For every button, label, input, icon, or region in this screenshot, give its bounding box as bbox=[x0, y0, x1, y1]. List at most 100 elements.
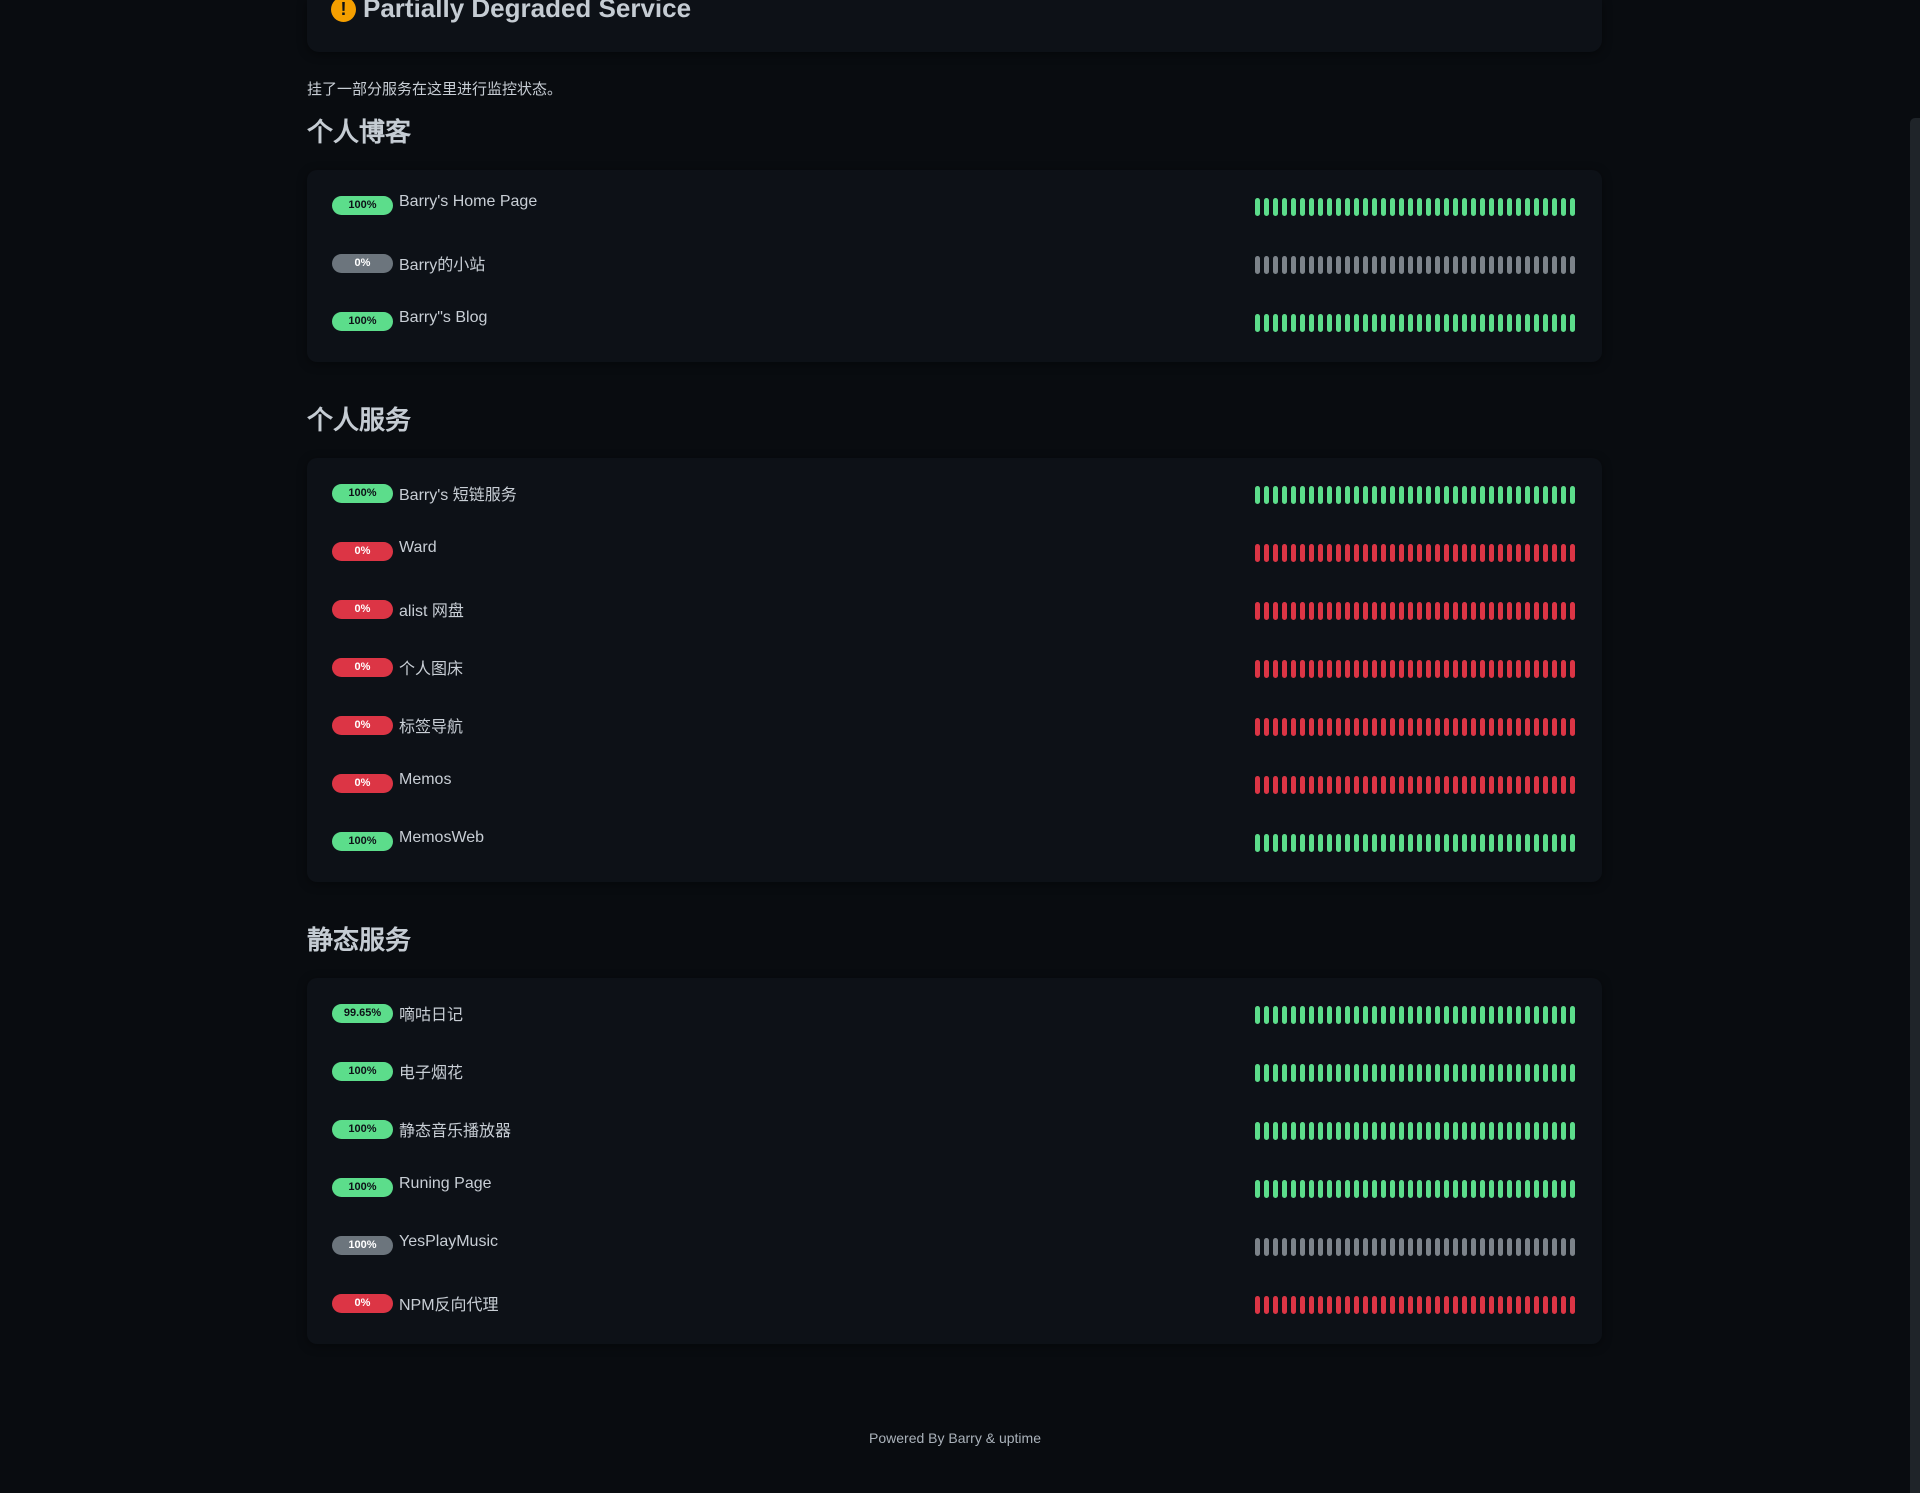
heartbeat-beat[interactable] bbox=[1471, 314, 1476, 332]
heartbeat-beat[interactable] bbox=[1300, 1238, 1305, 1256]
heartbeat-beat[interactable] bbox=[1399, 256, 1404, 274]
heartbeat-beat[interactable] bbox=[1426, 486, 1431, 504]
heartbeat-beat[interactable] bbox=[1507, 1238, 1512, 1256]
heartbeat-beat[interactable] bbox=[1516, 486, 1521, 504]
heartbeat-beat[interactable] bbox=[1552, 602, 1557, 620]
heartbeat-beat[interactable] bbox=[1525, 834, 1530, 852]
heartbeat-beat[interactable] bbox=[1507, 1006, 1512, 1024]
heartbeat-beat[interactable] bbox=[1390, 314, 1395, 332]
heartbeat-beat[interactable] bbox=[1444, 198, 1449, 216]
heartbeat-beat[interactable] bbox=[1336, 544, 1341, 562]
heartbeat-beat[interactable] bbox=[1255, 1238, 1260, 1256]
heartbeat-beat[interactable] bbox=[1345, 1006, 1350, 1024]
heartbeat-beat[interactable] bbox=[1336, 718, 1341, 736]
heartbeat-beat[interactable] bbox=[1471, 256, 1476, 274]
heartbeat-beat[interactable] bbox=[1363, 544, 1368, 562]
heartbeat-beat[interactable] bbox=[1273, 776, 1278, 794]
monitor-name[interactable]: Barry"s Blog bbox=[399, 309, 487, 327]
heartbeat-beat[interactable] bbox=[1399, 776, 1404, 794]
heartbeat-beat[interactable] bbox=[1453, 834, 1458, 852]
heartbeat-beat[interactable] bbox=[1417, 1064, 1422, 1082]
monitor-row[interactable]: 0% Barry的小站 bbox=[307, 242, 1602, 300]
heartbeat-beat[interactable] bbox=[1471, 198, 1476, 216]
heartbeat-beat[interactable] bbox=[1300, 486, 1305, 504]
monitor-row[interactable]: 0% alist 网盘 bbox=[307, 588, 1602, 646]
heartbeat-beat[interactable] bbox=[1453, 1006, 1458, 1024]
heartbeat-beat[interactable] bbox=[1381, 198, 1386, 216]
heartbeat-beat[interactable] bbox=[1408, 256, 1413, 274]
heartbeat-beat[interactable] bbox=[1264, 314, 1269, 332]
monitor-name[interactable]: Barry's 短链服务 bbox=[399, 481, 517, 505]
heartbeat-beat[interactable] bbox=[1255, 1180, 1260, 1198]
heartbeat-beat[interactable] bbox=[1264, 602, 1269, 620]
heartbeat-beat[interactable] bbox=[1552, 198, 1557, 216]
heartbeat-beat[interactable] bbox=[1462, 834, 1467, 852]
heartbeat-beat[interactable] bbox=[1570, 1122, 1575, 1140]
heartbeat-beat[interactable] bbox=[1480, 1238, 1485, 1256]
heartbeat-beat[interactable] bbox=[1381, 486, 1386, 504]
heartbeat-beat[interactable] bbox=[1507, 1064, 1512, 1082]
heartbeat-beat[interactable] bbox=[1363, 198, 1368, 216]
heartbeat-beat[interactable] bbox=[1291, 1064, 1296, 1082]
heartbeat-beat[interactable] bbox=[1363, 1296, 1368, 1314]
heartbeat-beat[interactable] bbox=[1561, 776, 1566, 794]
heartbeat-beat[interactable] bbox=[1372, 718, 1377, 736]
heartbeat-beat[interactable] bbox=[1471, 1238, 1476, 1256]
heartbeat-beat[interactable] bbox=[1489, 602, 1494, 620]
heartbeat-beat[interactable] bbox=[1516, 256, 1521, 274]
heartbeat-beat[interactable] bbox=[1408, 198, 1413, 216]
heartbeat-beat[interactable] bbox=[1444, 660, 1449, 678]
heartbeat-beat[interactable] bbox=[1363, 1238, 1368, 1256]
heartbeat-beat[interactable] bbox=[1399, 1238, 1404, 1256]
heartbeat-beat[interactable] bbox=[1300, 1064, 1305, 1082]
heartbeat-beat[interactable] bbox=[1561, 314, 1566, 332]
heartbeat-beat[interactable] bbox=[1570, 660, 1575, 678]
heartbeat-beat[interactable] bbox=[1255, 718, 1260, 736]
heartbeat-beat[interactable] bbox=[1372, 1064, 1377, 1082]
heartbeat-beat[interactable] bbox=[1462, 1296, 1467, 1314]
heartbeat-beat[interactable] bbox=[1327, 486, 1332, 504]
heartbeat-beat[interactable] bbox=[1354, 198, 1359, 216]
heartbeat-beat[interactable] bbox=[1408, 1180, 1413, 1198]
heartbeat-beat[interactable] bbox=[1264, 834, 1269, 852]
heartbeat-beat[interactable] bbox=[1309, 314, 1314, 332]
heartbeat-beat[interactable] bbox=[1561, 1006, 1566, 1024]
heartbeat-beat[interactable] bbox=[1561, 256, 1566, 274]
heartbeat-beat[interactable] bbox=[1336, 1296, 1341, 1314]
heartbeat-beat[interactable] bbox=[1282, 1180, 1287, 1198]
heartbeat-beat[interactable] bbox=[1318, 1180, 1323, 1198]
heartbeat-beat[interactable] bbox=[1561, 834, 1566, 852]
heartbeat-beat[interactable] bbox=[1462, 486, 1467, 504]
heartbeat-beat[interactable] bbox=[1354, 1122, 1359, 1140]
heartbeat-beat[interactable] bbox=[1363, 1006, 1368, 1024]
heartbeat-beat[interactable] bbox=[1408, 1296, 1413, 1314]
heartbeat-beat[interactable] bbox=[1552, 486, 1557, 504]
heartbeat-beat[interactable] bbox=[1489, 1296, 1494, 1314]
heartbeat-beat[interactable] bbox=[1327, 602, 1332, 620]
heartbeat-beat[interactable] bbox=[1291, 718, 1296, 736]
heartbeat-beat[interactable] bbox=[1408, 544, 1413, 562]
heartbeat-beat[interactable] bbox=[1426, 544, 1431, 562]
heartbeat-beat[interactable] bbox=[1273, 486, 1278, 504]
heartbeat-beat[interactable] bbox=[1435, 602, 1440, 620]
heartbeat-beat[interactable] bbox=[1489, 198, 1494, 216]
heartbeat-beat[interactable] bbox=[1345, 1238, 1350, 1256]
heartbeat-beat[interactable] bbox=[1300, 1122, 1305, 1140]
heartbeat-beat[interactable] bbox=[1318, 314, 1323, 332]
heartbeat-beat[interactable] bbox=[1300, 256, 1305, 274]
heartbeat-beat[interactable] bbox=[1570, 834, 1575, 852]
monitor-name[interactable]: alist 网盘 bbox=[399, 597, 464, 621]
heartbeat-beat[interactable] bbox=[1561, 602, 1566, 620]
heartbeat-beat[interactable] bbox=[1507, 256, 1512, 274]
heartbeat-beat[interactable] bbox=[1489, 776, 1494, 794]
heartbeat-beat[interactable] bbox=[1552, 1296, 1557, 1314]
heartbeat-beat[interactable] bbox=[1534, 1006, 1539, 1024]
heartbeat-beat[interactable] bbox=[1516, 1296, 1521, 1314]
heartbeat-beat[interactable] bbox=[1525, 1296, 1530, 1314]
heartbeat-beat[interactable] bbox=[1453, 486, 1458, 504]
heartbeat-beat[interactable] bbox=[1498, 660, 1503, 678]
heartbeat-beat[interactable] bbox=[1444, 834, 1449, 852]
heartbeat-beat[interactable] bbox=[1390, 1122, 1395, 1140]
heartbeat-beat[interactable] bbox=[1525, 718, 1530, 736]
heartbeat-beat[interactable] bbox=[1291, 834, 1296, 852]
